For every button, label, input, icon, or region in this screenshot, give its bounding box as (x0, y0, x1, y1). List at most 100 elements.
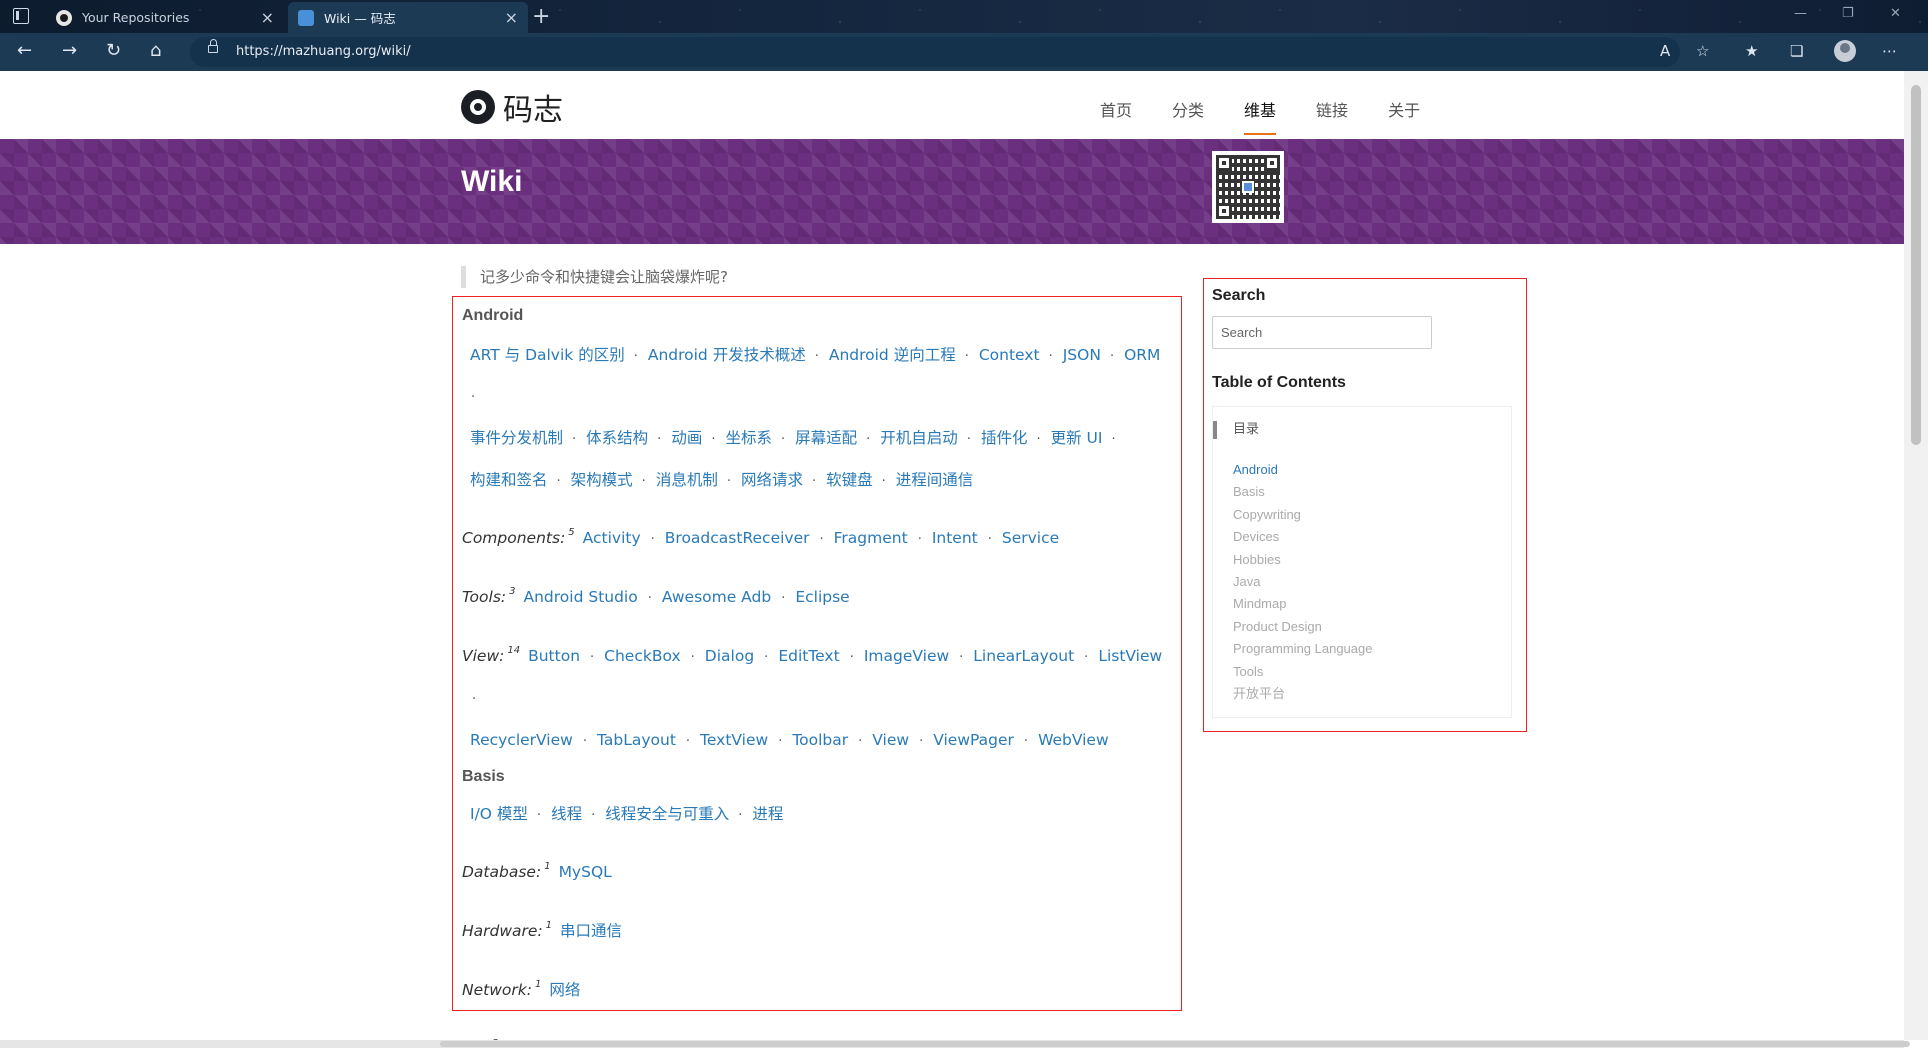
wiki-link[interactable]: 坐标系 (717, 418, 772, 459)
wiki-link[interactable]: 进程 (744, 794, 783, 835)
close-tab-icon[interactable]: × (261, 8, 274, 27)
toc-item[interactable]: Product Design (1233, 616, 1511, 638)
wiki-link[interactable]: Android 逆向工程 (821, 335, 956, 376)
read-aloud-icon[interactable]: A (1660, 42, 1670, 60)
favorites-icon[interactable]: ★ (1745, 42, 1758, 60)
refresh-icon[interactable]: ↻ (106, 41, 121, 61)
site-logo[interactable]: 码志 (461, 85, 563, 129)
minimize-icon[interactable]: — (1794, 6, 1807, 21)
nav-categories[interactable]: 分类 (1172, 97, 1204, 135)
wiki-link[interactable]: 网络请求 (733, 460, 803, 501)
vertical-scrollbar[interactable] (1904, 71, 1928, 1040)
wiki-link[interactable]: ART 与 Dalvik 的区别 (462, 335, 625, 376)
wiki-link[interactable]: MySQL (551, 852, 612, 893)
profile-avatar[interactable] (1834, 40, 1856, 62)
wiki-link[interactable]: RecyclerView (462, 720, 573, 761)
wiki-link[interactable]: 串口通信 (552, 911, 622, 952)
wiki-link[interactable]: 构建和签名 (462, 460, 548, 501)
wiki-link[interactable]: TextView (692, 720, 768, 761)
new-tab-icon[interactable]: + (532, 4, 550, 29)
wiki-link[interactable]: ORM (1116, 335, 1160, 376)
wiki-link[interactable]: Fragment (826, 518, 908, 559)
wiki-link[interactable]: TabLayout (589, 720, 676, 761)
home-icon[interactable]: ⌂ (150, 41, 161, 61)
wiki-link[interactable]: 网络 (541, 970, 580, 1011)
wiki-link[interactable]: 软键盘 (818, 460, 873, 501)
wiki-link[interactable]: JSON (1055, 335, 1101, 376)
collections-icon[interactable]: ❏ (1790, 42, 1803, 60)
toc-item[interactable]: Hobbies (1233, 549, 1511, 571)
wiki-link[interactable]: 动画 (663, 418, 702, 459)
wiki-link[interactable]: 事件分发机制 (462, 418, 563, 459)
more-menu-icon[interactable]: ⋯ (1882, 42, 1897, 60)
add-favorite-icon[interactable]: ☆ (1696, 42, 1709, 60)
maximize-icon[interactable]: ❐ (1842, 6, 1854, 21)
lock-icon[interactable] (208, 39, 218, 53)
wiki-link[interactable]: ListView (1090, 636, 1162, 677)
scrollbar-thumb[interactable] (440, 1041, 1910, 1047)
search-heading: Search (1212, 287, 1266, 304)
wiki-link[interactable]: Button (520, 636, 580, 677)
url-text[interactable]: https://mazhuang.org/wiki/ (236, 44, 411, 59)
scrollbar-thumb[interactable] (1911, 85, 1921, 445)
toc-item[interactable]: 开放平台 (1233, 683, 1511, 705)
nav-wiki[interactable]: 维基 (1244, 97, 1277, 135)
wiki-link[interactable]: Intent (924, 518, 978, 559)
wiki-link[interactable]: ViewPager (925, 720, 1014, 761)
wiki-link[interactable]: ImageView (856, 636, 949, 677)
wiki-link[interactable]: 线程安全与可重入 (597, 794, 729, 835)
separator-dot: · (778, 734, 783, 749)
toc-item[interactable]: Java (1233, 571, 1511, 593)
toc-item[interactable]: Android (1233, 459, 1511, 481)
wiki-link[interactable]: LinearLayout (965, 636, 1074, 677)
wiki-link[interactable]: Android Studio (516, 577, 638, 618)
wiki-link[interactable]: 架构模式 (563, 460, 633, 501)
wiki-link[interactable]: 体系结构 (578, 418, 648, 459)
toc-item[interactable]: Copywriting (1233, 504, 1511, 526)
wiki-link[interactable]: I/O 模型 (462, 794, 528, 835)
wiki-link[interactable]: Activity (575, 518, 641, 559)
wiki-link[interactable]: BroadcastReceiver (657, 518, 810, 559)
nav-links[interactable]: 链接 (1316, 97, 1348, 135)
toc-item[interactable]: Basis (1233, 481, 1511, 503)
wiki-link[interactable]: Awesome Adb (654, 577, 771, 618)
wiki-link[interactable]: Android 开发技术概述 (640, 335, 806, 376)
address-bar[interactable]: https://mazhuang.org/wiki/ (190, 37, 1680, 67)
wiki-link[interactable]: CheckBox (596, 636, 681, 677)
toc-item[interactable]: Tools (1233, 661, 1511, 683)
wiki-link[interactable]: Linux/Unix (499, 1029, 589, 1040)
close-tab-icon[interactable]: × (505, 8, 518, 27)
horizontal-scrollbar[interactable] (0, 1040, 1910, 1048)
tab-your-repositories[interactable]: Your Repositories × (46, 2, 284, 33)
wiki-link[interactable]: Service (994, 518, 1059, 559)
search-input[interactable] (1212, 316, 1432, 349)
tab-wiki[interactable]: Wiki — 码志 × (288, 2, 528, 33)
wiki-link[interactable]: 线程 (543, 794, 582, 835)
close-window-icon[interactable]: ✕ (1890, 6, 1901, 21)
wiki-link[interactable]: 进程间通信 (888, 460, 974, 501)
wiki-link[interactable]: Toolbar (784, 720, 848, 761)
forward-icon[interactable]: → (62, 41, 77, 61)
tab-actions-icon[interactable] (13, 8, 29, 24)
wiki-link[interactable]: 更新 UI (1043, 418, 1103, 459)
category-label: Components: (462, 529, 566, 547)
wiki-link[interactable]: Eclipse (787, 577, 849, 618)
separator-dot: · (471, 390, 476, 405)
nav-about[interactable]: 关于 (1388, 97, 1420, 135)
wiki-link[interactable]: WebView (1030, 720, 1109, 761)
toc-item[interactable]: Devices (1233, 526, 1511, 548)
back-icon[interactable]: ← (17, 41, 32, 61)
nav-home[interactable]: 首页 (1100, 97, 1132, 135)
toc-item[interactable]: Mindmap (1233, 593, 1511, 615)
wiki-link[interactable]: 插件化 (973, 418, 1028, 459)
toc-item[interactable]: Programming Language (1233, 638, 1511, 660)
wiki-link[interactable]: View (864, 720, 909, 761)
wiki-link[interactable]: Mac OS X (604, 1029, 686, 1040)
wiki-index: Android ART 与 Dalvik 的区别 · Android 开发技术概述 · A… (452, 296, 1182, 1040)
wiki-link[interactable]: Context (971, 335, 1040, 376)
wiki-link[interactable]: EditText (770, 636, 839, 677)
wiki-link[interactable]: Dialog (697, 636, 754, 677)
wiki-link[interactable]: 屏幕适配 (787, 418, 857, 459)
wiki-link[interactable]: 消息机制 (648, 460, 718, 501)
wiki-link[interactable]: 开机自启动 (872, 418, 958, 459)
